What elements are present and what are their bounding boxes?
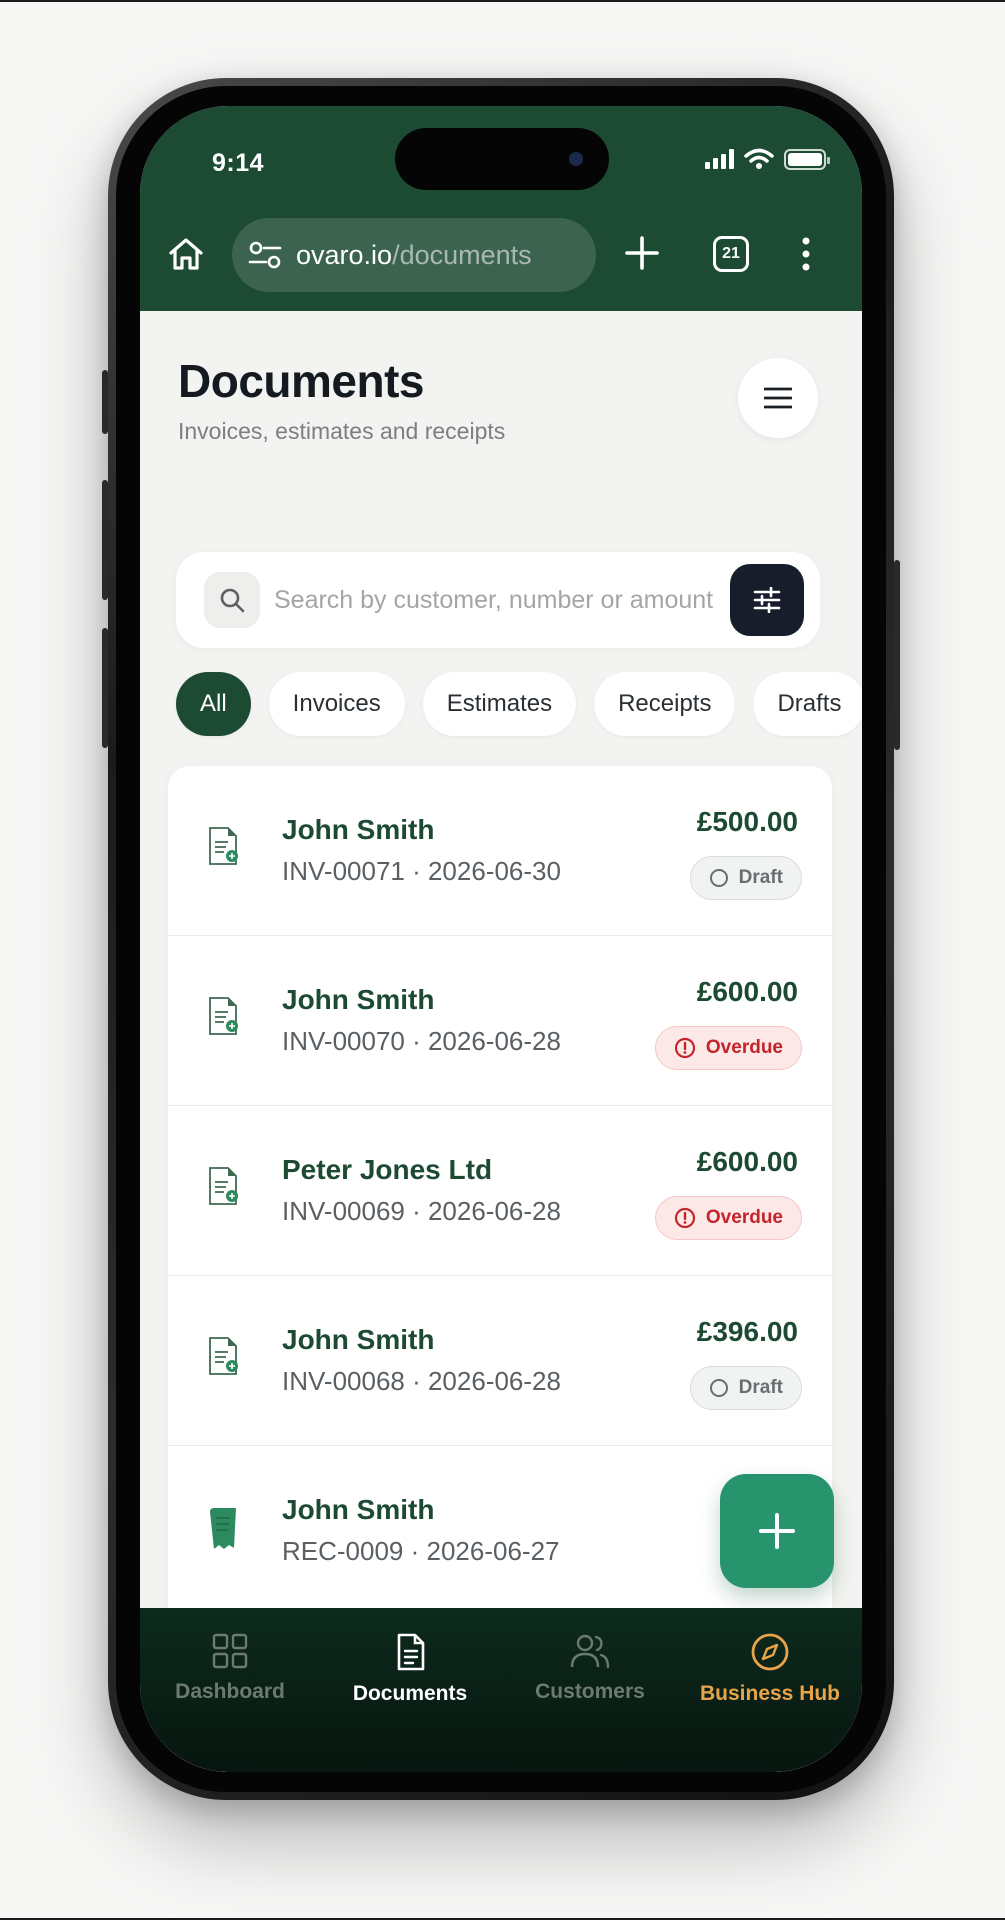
url-path: /documents bbox=[392, 239, 532, 270]
customer-name: John Smith bbox=[282, 1324, 435, 1355]
nav-dashboard[interactable]: Dashboard bbox=[140, 1632, 320, 1704]
camera-dot bbox=[569, 152, 583, 166]
dynamic-island bbox=[395, 128, 609, 190]
nav-documents[interactable]: Documents bbox=[320, 1632, 500, 1706]
new-tab-icon[interactable] bbox=[622, 233, 662, 273]
search-icon bbox=[220, 588, 245, 613]
browser-header: 9:14 ovaro.io/documents 21 bbox=[140, 106, 862, 311]
status-label: Draft bbox=[738, 867, 783, 888]
filter-chips: All Invoices Estimates Receipts Drafts bbox=[176, 672, 862, 736]
document-meta: INV-00071 · 2026-06-30 bbox=[282, 856, 561, 886]
battery-icon bbox=[784, 148, 830, 170]
nav-business-hub[interactable]: Business Hub bbox=[680, 1632, 860, 1706]
document-amount: £600.00 bbox=[696, 976, 798, 1007]
search-icon-box bbox=[204, 572, 260, 628]
mute-switch bbox=[102, 370, 108, 434]
chip-receipts[interactable]: Receipts bbox=[594, 672, 736, 736]
invoice-icon bbox=[209, 1337, 238, 1375]
url-domain: ovaro.io bbox=[296, 239, 393, 270]
signal-icon bbox=[705, 149, 734, 169]
chip-all[interactable]: All bbox=[176, 672, 251, 736]
document-row[interactable]: John Smith INV-00068 · 2026-06-28 £396.0… bbox=[168, 1276, 832, 1446]
customer-name: Peter Jones Ltd bbox=[282, 1154, 493, 1185]
top-border bbox=[0, 0, 1005, 2]
circle-icon bbox=[709, 869, 728, 887]
document-meta: REC-0009 · 2026-06-27 bbox=[282, 1536, 560, 1566]
grid-icon bbox=[212, 1633, 248, 1669]
users-icon bbox=[570, 1634, 610, 1669]
volume-up-button bbox=[102, 480, 108, 600]
document-amount: £396.00 bbox=[696, 1316, 798, 1347]
menu-button[interactable] bbox=[738, 358, 818, 438]
customer-name: John Smith bbox=[282, 1494, 435, 1525]
url-bar[interactable]: ovaro.io/documents bbox=[232, 218, 596, 292]
circle-icon bbox=[709, 1379, 728, 1397]
more-vertical-icon[interactable] bbox=[796, 234, 816, 274]
chip-drafts[interactable]: Drafts bbox=[753, 672, 862, 736]
status-label: Draft bbox=[738, 1377, 783, 1398]
customer-name: John Smith bbox=[282, 984, 435, 1015]
plus-icon bbox=[759, 1513, 795, 1549]
volume-down-button bbox=[102, 628, 108, 748]
nav-label: Documents bbox=[352, 1682, 468, 1705]
document-row[interactable]: Peter Jones Ltd INV-00069 · 2026-06-28 £… bbox=[168, 1106, 832, 1276]
document-meta: INV-00069 · 2026-06-28 bbox=[282, 1196, 561, 1226]
hamburger-icon bbox=[764, 387, 792, 409]
wifi-icon bbox=[744, 148, 774, 169]
document-row[interactable]: John Smith INV-00070 · 2026-06-28 £600.0… bbox=[168, 936, 832, 1106]
chip-estimates[interactable]: Estimates bbox=[422, 672, 577, 736]
status-icons bbox=[705, 148, 830, 170]
status-label: Overdue bbox=[705, 1207, 783, 1228]
tab-switcher-button[interactable]: 21 bbox=[713, 236, 749, 272]
document-row[interactable]: John Smith INV-00071 · 2026-06-30 £500.0… bbox=[168, 766, 832, 936]
add-document-button[interactable] bbox=[720, 1474, 834, 1588]
filter-button[interactable] bbox=[730, 564, 804, 636]
status-badge: Overdue bbox=[654, 1196, 802, 1240]
status-label: Overdue bbox=[705, 1037, 783, 1058]
site-settings-icon[interactable] bbox=[248, 240, 282, 270]
alert-circle-icon bbox=[674, 1207, 696, 1229]
tab-count: 21 bbox=[722, 245, 740, 262]
nav-label: Customers bbox=[535, 1680, 645, 1703]
nav-label: Business Hub bbox=[699, 1682, 841, 1705]
bottom-navigation: Dashboard Documents Customers Business H… bbox=[140, 1608, 862, 1772]
document-amount: £500.00 bbox=[696, 806, 798, 837]
page-subtitle: Invoices, estimates and receipts bbox=[178, 418, 506, 444]
page-title: Documents bbox=[178, 355, 424, 407]
document-amount: £600.00 bbox=[696, 1146, 798, 1177]
search-bar bbox=[176, 552, 820, 648]
nav-label: Dashboard bbox=[175, 1680, 285, 1703]
receipt-icon bbox=[210, 1508, 236, 1549]
invoice-icon bbox=[209, 827, 238, 865]
url-text[interactable]: ovaro.io/documents bbox=[296, 240, 532, 271]
chip-invoices[interactable]: Invoices bbox=[268, 672, 405, 736]
sliders-icon bbox=[753, 587, 781, 613]
invoice-icon bbox=[209, 997, 238, 1035]
status-time: 9:14 bbox=[212, 149, 265, 177]
home-icon[interactable] bbox=[166, 234, 206, 274]
invoice-icon bbox=[209, 1167, 238, 1205]
compass-icon bbox=[751, 1633, 789, 1671]
alert-circle-icon bbox=[674, 1037, 696, 1059]
customer-name: John Smith bbox=[282, 814, 435, 845]
search-input[interactable] bbox=[274, 576, 714, 624]
document-icon bbox=[397, 1633, 425, 1671]
status-badge: Draft bbox=[689, 1366, 802, 1410]
document-meta: INV-00070 · 2026-06-28 bbox=[282, 1026, 561, 1056]
phone-screen: 9:14 ovaro.io/documents 21 Documents Inv… bbox=[140, 106, 862, 1772]
status-badge: Overdue bbox=[654, 1026, 802, 1070]
nav-customers[interactable]: Customers bbox=[500, 1632, 680, 1704]
power-button bbox=[894, 560, 900, 750]
status-badge: Draft bbox=[689, 856, 802, 900]
document-meta: INV-00068 · 2026-06-28 bbox=[282, 1366, 561, 1396]
